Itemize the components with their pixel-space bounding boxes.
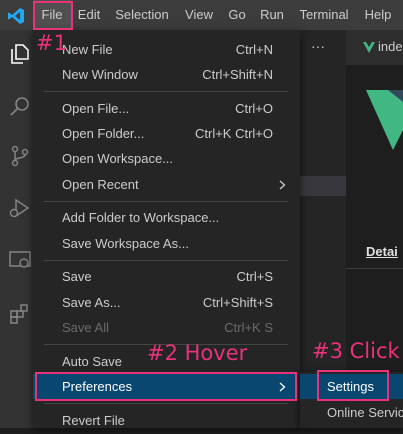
menu-item-open-workspace[interactable]: Open Workspace...	[33, 146, 298, 172]
menu-item-shortcut: Ctrl+N	[235, 42, 273, 57]
extensions-icon[interactable]	[8, 302, 32, 326]
search-icon[interactable]	[8, 94, 32, 118]
menu-view[interactable]: View	[180, 0, 218, 30]
menu-item-shortcut: Ctrl+K S	[224, 320, 273, 335]
menu-item-new-window[interactable]: New Window Ctrl+Shift+N	[33, 62, 298, 88]
vscode-logo-icon[interactable]	[7, 7, 25, 25]
annotation-step-1: #1	[36, 31, 67, 55]
editor-tab-label: inde	[378, 39, 403, 54]
sidebar-more-actions-icon[interactable]: ···	[311, 38, 325, 54]
menu-item-label: Save As...	[62, 295, 121, 310]
menu-item-label: Open Workspace...	[62, 151, 174, 166]
vue-logo	[366, 90, 403, 150]
annotation-step-2: #2 Hover	[147, 341, 248, 365]
menu-item-label: New File	[62, 42, 113, 57]
menu-item-open-folder[interactable]: Open Folder... Ctrl+K Ctrl+O	[33, 121, 298, 147]
editor-tab[interactable]: inde	[346, 30, 403, 65]
remote-explorer-icon[interactable]	[8, 248, 32, 272]
annotation-step-3: #3 Click	[312, 339, 400, 363]
annotation-box-file	[33, 1, 73, 30]
menu-item-label: New Window	[62, 67, 138, 82]
menu-item-shortcut: Ctrl+S	[236, 269, 273, 284]
menu-item-open-recent[interactable]: Open Recent	[33, 172, 298, 198]
submenu-item-online-services-settings[interactable]: Online Services Settings	[300, 400, 403, 426]
details-link[interactable]: Detai	[366, 244, 398, 259]
menu-separator	[44, 260, 288, 261]
menu-help[interactable]: Help	[360, 0, 396, 30]
menu-item-save[interactable]: Save Ctrl+S	[33, 264, 298, 290]
menu-item-shortcut: Ctrl+O	[235, 101, 273, 116]
menu-item-save-all: Save All Ctrl+K S	[33, 315, 298, 341]
vue-file-icon	[363, 42, 375, 53]
explorer-icon[interactable]	[8, 42, 32, 66]
annotation-box-preferences	[35, 372, 297, 401]
menu-item-revert-file[interactable]: Revert File	[33, 408, 298, 434]
source-control-icon[interactable]	[8, 144, 32, 168]
menu-item-label: Revert File	[62, 413, 125, 428]
menu-item-add-folder-to-workspace[interactable]: Add Folder to Workspace...	[33, 205, 298, 231]
menu-go[interactable]: Go	[224, 0, 250, 30]
menu-item-new-file[interactable]: New File Ctrl+N	[33, 37, 298, 63]
menu-item-label: Open File...	[62, 101, 130, 116]
menu-item-label: Open Recent	[62, 177, 139, 192]
menu-separator	[44, 403, 288, 404]
run-debug-icon[interactable]	[8, 196, 32, 220]
menu-run[interactable]: Run	[256, 0, 288, 30]
menu-terminal[interactable]: Terminal	[294, 0, 354, 30]
menu-selection[interactable]: Selection	[111, 0, 173, 30]
editor-divider	[346, 268, 403, 269]
menu-item-label: Open Folder...	[62, 126, 145, 141]
menu-separator	[44, 91, 288, 92]
menu-item-open-file[interactable]: Open File... Ctrl+O	[33, 96, 298, 122]
menu-separator	[44, 201, 288, 202]
annotation-box-settings	[317, 370, 389, 401]
menu-item-save-as[interactable]: Save As... Ctrl+Shift+S	[33, 290, 298, 316]
submenu-item-label: Online Services Settings	[327, 405, 403, 420]
menu-item-shortcut: Ctrl+K Ctrl+O	[194, 126, 273, 141]
menu-item-shortcut: Ctrl+Shift+N	[202, 67, 273, 82]
chevron-right-icon	[279, 180, 286, 190]
menu-item-label: Save Workspace As...	[62, 236, 189, 251]
menu-item-shortcut: Ctrl+Shift+S	[202, 295, 273, 310]
menu-item-label: Save	[62, 269, 92, 284]
menu-item-label: Save All	[62, 320, 109, 335]
menu-item-save-workspace-as[interactable]: Save Workspace As...	[33, 231, 298, 257]
menu-edit[interactable]: Edit	[73, 0, 105, 30]
menu-item-label: Add Folder to Workspace...	[62, 210, 220, 225]
